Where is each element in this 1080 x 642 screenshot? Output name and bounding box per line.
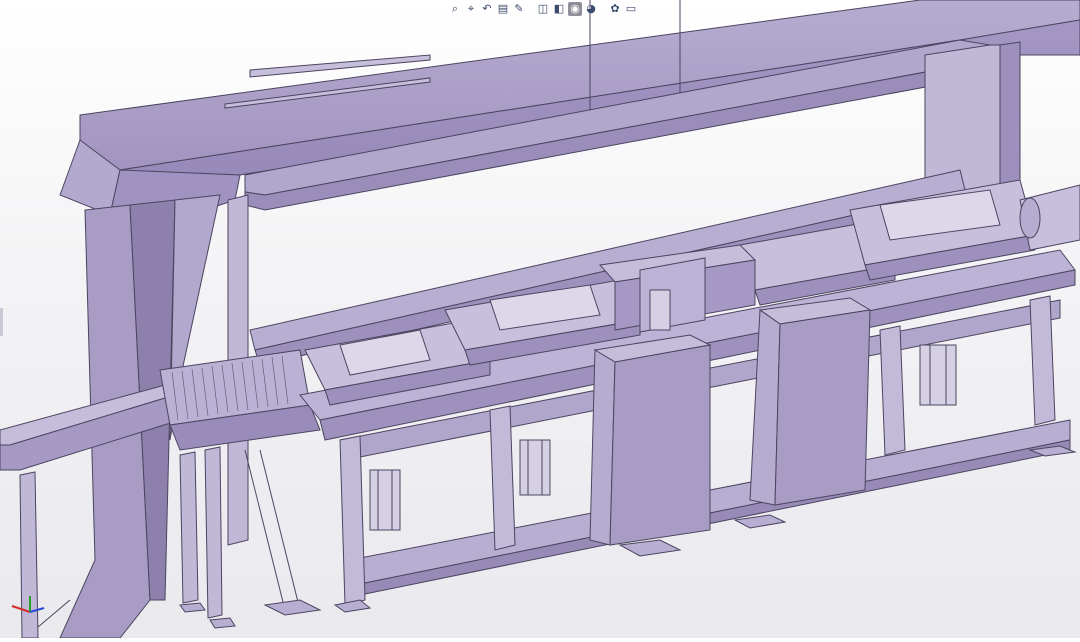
- dynamic-annotation-icon[interactable]: ✎: [512, 2, 526, 16]
- output-conveyor-roller[interactable]: [1019, 184, 1080, 251]
- view-settings-icon[interactable]: ▭: [624, 2, 638, 16]
- cylinder-3[interactable]: [919, 344, 957, 406]
- graphics-viewport[interactable]: [0, 0, 1080, 639]
- edit-appearance-icon[interactable]: ◕: [584, 2, 598, 16]
- view-orientation-icon[interactable]: ◫: [536, 2, 550, 16]
- cylinder-1[interactable]: [369, 469, 401, 531]
- cylinder-2[interactable]: [519, 439, 551, 496]
- control-cabinet-2[interactable]: [749, 297, 872, 506]
- hide-show-items-icon[interactable]: ◉: [568, 2, 582, 16]
- display-style-icon[interactable]: ◧: [552, 2, 566, 16]
- viewport-collapse-handle[interactable]: [0, 308, 3, 336]
- section-view-icon[interactable]: ▤: [496, 2, 510, 16]
- heads-up-view-toolbar: ⌕ ⌖ ↶ ▤ ✎ ◫ ◧ ◉ ◕ ✿ ▭: [448, 0, 638, 18]
- previous-view-icon[interactable]: ↶: [480, 2, 494, 16]
- zoom-to-fit-icon[interactable]: ⌕: [448, 2, 462, 16]
- cad-model[interactable]: [0, 0, 1080, 639]
- apply-scene-icon[interactable]: ✿: [608, 2, 622, 16]
- zoom-area-icon[interactable]: ⌖: [464, 2, 478, 16]
- control-cabinet-1[interactable]: [589, 334, 712, 546]
